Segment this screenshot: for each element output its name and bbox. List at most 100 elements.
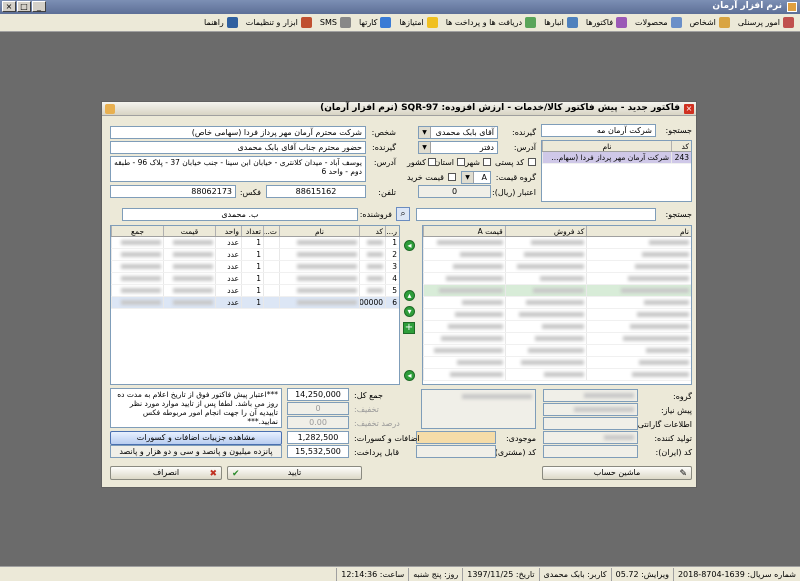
- table-row[interactable]: 2 1 عدد: [111, 249, 399, 261]
- column-code[interactable]: کد: [359, 226, 385, 236]
- close-icon[interactable]: ×: [684, 104, 694, 114]
- ok-button[interactable]: ✔ تایید: [227, 466, 362, 480]
- menu-item-label: ابزار و تنظیمات: [245, 18, 298, 27]
- country-checkbox[interactable]: [428, 158, 436, 166]
- note-textarea[interactable]: ***اعتبار پیش فاکتور فوق از تاریخ اعلام …: [110, 388, 282, 428]
- person-field[interactable]: شرکت محترم آرمان مهر پرداز فردا (سهامی خ…: [110, 126, 366, 139]
- menu-item-0[interactable]: امور پرسنلی: [734, 14, 798, 32]
- list-item[interactable]: [423, 249, 691, 261]
- column-name[interactable]: نام: [586, 226, 691, 236]
- list-item[interactable]: [423, 273, 691, 285]
- customer-list[interactable]: کد نام 243 شرکت آرمان مهر پرداز فردا (سه…: [541, 140, 692, 202]
- menu-item-9[interactable]: ابزار و تنظیمات: [242, 14, 316, 32]
- add-icon[interactable]: +: [403, 322, 415, 334]
- minimize-icon[interactable]: _: [32, 1, 46, 12]
- need-field[interactable]: [543, 403, 638, 416]
- column-price[interactable]: قیمت A: [423, 226, 505, 236]
- menu-item-10[interactable]: راهنما: [200, 14, 242, 32]
- product-search-input[interactable]: [416, 208, 656, 221]
- discount-field[interactable]: 0: [287, 402, 349, 415]
- chevron-down-icon[interactable]: ▼: [419, 142, 431, 153]
- tools-icon: [300, 17, 312, 28]
- menu-item-4[interactable]: انبارها: [540, 14, 582, 32]
- list-item[interactable]: [423, 297, 691, 309]
- search-icon[interactable]: ⌕: [396, 207, 410, 221]
- payable-label: قابل پرداخت:: [354, 448, 400, 457]
- group-field[interactable]: [543, 389, 638, 402]
- menu-item-7[interactable]: کارتها: [355, 14, 395, 32]
- column-t[interactable]: ت...: [263, 226, 279, 236]
- menu-item-label: دریافت ها و پرداخت ها: [445, 18, 523, 27]
- column-row[interactable]: ر...: [385, 226, 399, 236]
- menu-item-5[interactable]: دریافت ها و پرداخت ها: [442, 14, 540, 32]
- customer-row[interactable]: 243 شرکت آرمان مهر پرداز فردا (سهام...: [542, 152, 691, 164]
- menu-item-label: SMS: [319, 18, 337, 27]
- menu-item-3[interactable]: فاکتورها: [582, 14, 631, 32]
- buy-price-checkbox[interactable]: [448, 173, 456, 181]
- menu-item-8[interactable]: SMS: [316, 14, 355, 32]
- province-checkbox[interactable]: [457, 158, 465, 166]
- table-row[interactable]: 1 1 عدد: [111, 237, 399, 249]
- table-row[interactable]: 5 1 عدد: [111, 285, 399, 297]
- stock-field[interactable]: [416, 431, 496, 444]
- list-item[interactable]: [423, 345, 691, 357]
- column-sale-code[interactable]: کد فروش: [504, 226, 587, 236]
- menu-item-6[interactable]: امتیازها: [395, 14, 441, 32]
- fax-field[interactable]: 88062173: [110, 185, 236, 198]
- product-list[interactable]: نام کد فروش قیمت A: [422, 225, 692, 385]
- stock-label: موجودی:: [505, 434, 536, 443]
- barcode-label: کد (ایران):: [655, 448, 692, 457]
- list-item[interactable]: [423, 369, 691, 381]
- chevron-down-icon[interactable]: ▼: [462, 172, 474, 183]
- address-select[interactable]: ▼ دفتر: [418, 141, 498, 154]
- code-customer-field[interactable]: [416, 445, 496, 458]
- details-button[interactable]: مشاهده جزییات اضافات و کسورات: [110, 431, 282, 445]
- phone-field[interactable]: 88615162: [266, 185, 366, 198]
- list-item[interactable]: [423, 321, 691, 333]
- address-textarea[interactable]: یوسف آباد - میدان کلانتری - خیابان ابن س…: [110, 156, 366, 182]
- list-item[interactable]: [423, 237, 691, 249]
- list-item[interactable]: [423, 261, 691, 273]
- seller-field[interactable]: ب. محمدی: [122, 208, 358, 221]
- sms-icon: [339, 17, 351, 28]
- column-code[interactable]: کد: [671, 141, 691, 151]
- column-qty[interactable]: تعداد: [241, 226, 263, 236]
- search-input[interactable]: شرکت آرمان مه: [541, 124, 656, 137]
- list-item[interactable]: [423, 333, 691, 345]
- arrow-up-icon[interactable]: ▴: [404, 290, 415, 301]
- list-item[interactable]: [423, 357, 691, 369]
- column-unit[interactable]: واحد: [215, 226, 241, 236]
- code-customer-label: کد (مشتری):: [492, 448, 536, 457]
- chevron-down-icon[interactable]: ▼: [419, 127, 431, 138]
- discount-pct-field[interactable]: 0.00: [287, 416, 349, 429]
- credit-field[interactable]: 0: [418, 185, 491, 198]
- arrow-left-icon[interactable]: ◂: [404, 240, 415, 251]
- postal-checkbox[interactable]: [528, 158, 536, 166]
- table-row[interactable]: 6 00000 1 عدد: [111, 297, 399, 309]
- warranty-field[interactable]: [543, 417, 638, 430]
- arrow-left-icon[interactable]: ◂: [404, 370, 415, 381]
- city-checkbox[interactable]: [483, 158, 491, 166]
- column-name[interactable]: نام: [542, 141, 671, 151]
- calculator-button[interactable]: ✎ ماشین حساب: [542, 466, 692, 480]
- producer-field[interactable]: [543, 431, 638, 444]
- person-label: شخص:: [371, 128, 396, 137]
- menu-item-1[interactable]: اشخاص: [686, 14, 734, 32]
- table-row[interactable]: 4 1 عدد: [111, 273, 399, 285]
- receiver-select[interactable]: ▼ آقای بابک محمدی: [418, 126, 498, 139]
- cancel-button[interactable]: ✖ انصراف: [110, 466, 222, 480]
- price-group-select[interactable]: ▼ A: [461, 171, 491, 184]
- close-icon[interactable]: ×: [2, 1, 16, 12]
- column-total[interactable]: جمع: [111, 226, 163, 236]
- barcode-field[interactable]: [543, 445, 638, 458]
- menu-item-2[interactable]: محصولات: [631, 14, 686, 32]
- list-item[interactable]: [423, 285, 691, 297]
- column-price[interactable]: قیمت: [163, 226, 215, 236]
- maximize-icon[interactable]: □: [17, 1, 31, 12]
- table-row[interactable]: 3 1 عدد: [111, 261, 399, 273]
- invoice-items-list[interactable]: ر... کد نام ت... تعداد واحد قیمت جمع 11ع…: [110, 225, 400, 385]
- receiver2-field[interactable]: حضور محترم جناب آقای بابک محمدی: [110, 141, 366, 154]
- column-name[interactable]: نام: [279, 226, 359, 236]
- list-item[interactable]: [423, 309, 691, 321]
- arrow-down-icon[interactable]: ▾: [404, 306, 415, 317]
